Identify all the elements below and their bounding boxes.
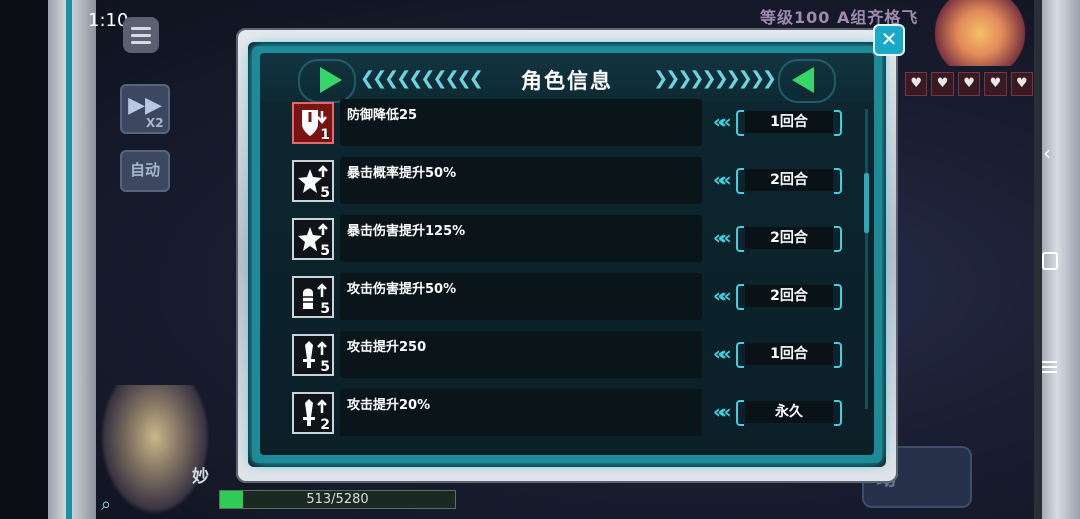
buff-description-box: 攻击伤害提升50% xyxy=(340,273,702,320)
buff-row: 5 攻击伤害提升50% «« 2回合 xyxy=(288,273,848,323)
buff-stack-count: 5 xyxy=(320,243,330,259)
heart-icon: ♥ xyxy=(1010,72,1034,96)
scrollbar-track[interactable] xyxy=(865,109,868,409)
buff-description-box: 攻击提升20% xyxy=(340,389,702,436)
dialog-panel: ❮❮❮❮❮❮❮❮❮❮ 角色信息 ❯❯❯❯❯❯❯❯❯❯ 1 防御降低25 «« 1… xyxy=(260,53,874,455)
buff-duration: 2回合 xyxy=(736,226,842,252)
buff-description-box: 防御降低25 xyxy=(340,99,702,146)
enemy-avatar xyxy=(935,0,1025,66)
buff-stack-count: 5 xyxy=(320,301,330,317)
buff-row: 5 攻击提升250 «« 1回合 xyxy=(288,331,848,381)
double-chevron-icon: «« xyxy=(713,285,731,307)
player-name: 妙 xyxy=(192,467,209,487)
next-arrow-button[interactable] xyxy=(778,59,836,103)
double-chevron-icon: «« xyxy=(713,169,731,191)
double-chevron-icon: «« xyxy=(713,111,731,133)
buff-stack-count: 5 xyxy=(320,185,330,201)
crit-damage-up-icon: 5 xyxy=(292,218,334,260)
buff-description: 防御降低25 xyxy=(347,108,418,123)
nav-back-icon[interactable]: ‹ xyxy=(1043,141,1057,165)
double-chevron-icon: «« xyxy=(713,401,731,423)
buff-description-box: 暴击伤害提升125% xyxy=(340,215,702,262)
heart-icon: ♥ xyxy=(931,72,954,96)
crit-rate-up-icon: 5 xyxy=(292,160,334,202)
buff-row: 5 暴击伤害提升125% «« 2回合 xyxy=(288,215,848,265)
left-black-strip xyxy=(0,0,48,519)
character-info-dialog: ❮❮❮❮❮❮❮❮❮❮ 角色信息 ❯❯❯❯❯❯❯❯❯❯ 1 防御降低25 «« 1… xyxy=(236,24,905,483)
close-icon: ✕ xyxy=(880,27,898,51)
buff-description-box: 攻击提升250 xyxy=(340,331,702,378)
menu-button[interactable] xyxy=(123,17,159,53)
left-metal-frame xyxy=(48,0,96,519)
player-hp-bar: 513/5280 xyxy=(219,490,456,509)
chevrons-decoration: ❯❯❯❯❯❯❯❯❯❯ xyxy=(653,68,777,89)
double-chevron-icon: «« xyxy=(713,227,731,249)
duration-text: 永久 xyxy=(745,401,833,423)
buff-description-box: 暴击概率提升50% xyxy=(340,157,702,204)
buff-description: 暴击伤害提升125% xyxy=(347,224,466,239)
buff-stack-count: 1 xyxy=(320,127,330,143)
duration-text: 2回合 xyxy=(745,285,833,307)
buff-duration: 2回合 xyxy=(736,284,842,310)
buff-duration: 永久 xyxy=(736,400,842,426)
dialog-header: ❮❮❮❮❮❮❮❮❮❮ 角色信息 ❯❯❯❯❯❯❯❯❯❯ xyxy=(260,53,874,103)
hp-text: 513/5280 xyxy=(306,492,369,507)
fast-forward-icon: ▶▶ xyxy=(128,93,162,118)
duration-text: 2回合 xyxy=(745,227,833,249)
buff-duration: 2回合 xyxy=(736,168,842,194)
close-button[interactable]: ✕ xyxy=(873,24,905,56)
buff-description: 暴击概率提升50% xyxy=(347,166,457,181)
scrollbar-thumb[interactable] xyxy=(864,173,869,233)
buff-description: 攻击提升20% xyxy=(347,398,431,413)
zoom-icon[interactable]: ⌕ xyxy=(101,494,121,515)
attack-up-icon: 2 xyxy=(292,392,334,434)
nav-recents-icon[interactable] xyxy=(1042,361,1057,373)
heart-icon: ♥ xyxy=(905,72,928,96)
heart-icon: ♥ xyxy=(984,72,1007,96)
buff-stack-count: 5 xyxy=(320,359,330,375)
duration-text: 1回合 xyxy=(745,343,833,365)
buff-duration: 1回合 xyxy=(736,342,842,368)
buff-duration: 1回合 xyxy=(736,110,842,136)
heart-icon: ♥ xyxy=(957,72,981,96)
double-chevron-icon: «« xyxy=(713,343,731,365)
buff-row: 5 暴击概率提升50% «« 2回合 xyxy=(288,157,848,207)
buff-row: 1 防御降低25 «« 1回合 xyxy=(288,99,848,149)
duration-text: 1回合 xyxy=(745,111,833,133)
nav-home-icon[interactable] xyxy=(1042,252,1058,270)
heart-icons: ♥ ♥ ♥ ♥ ♥ xyxy=(905,72,1034,96)
attack-damage-up-icon: 5 xyxy=(292,276,334,318)
buff-description: 攻击伤害提升50% xyxy=(347,282,457,297)
buff-row: 2 攻击提升20% «« 永久 xyxy=(288,389,848,439)
buff-list: 1 防御降低25 «« 1回合 5 暴击概率提升50% «« 2回合 5 暴击伤… xyxy=(288,99,848,437)
auto-button[interactable]: 自动 xyxy=(120,150,170,192)
defense-down-icon: 1 xyxy=(292,102,334,144)
buff-stack-count: 2 xyxy=(320,417,330,433)
duration-text: 2回合 xyxy=(745,169,833,191)
speed-label: X2 xyxy=(146,116,164,130)
buff-description: 攻击提升250 xyxy=(347,340,427,355)
attack-up-icon: 5 xyxy=(292,334,334,376)
